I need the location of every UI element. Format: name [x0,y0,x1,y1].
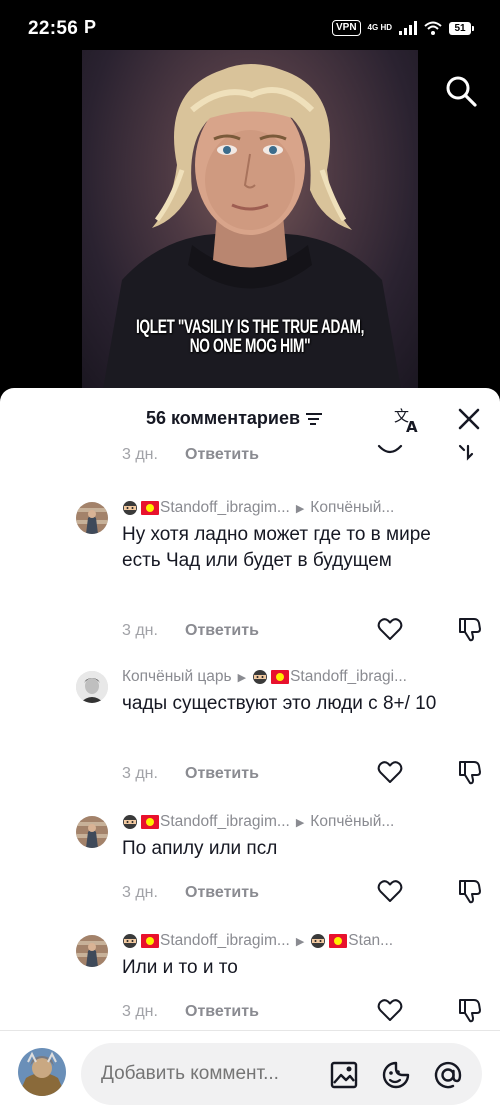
battery-level: 51 [449,21,471,35]
image-icon[interactable] [329,1060,359,1090]
battery-icon: 51 [449,21,474,35]
comment-meta: 3 дн. Ответить [122,765,259,783]
svg-text:A: A [406,418,418,435]
comment-date: 3 дн. [122,765,158,782]
commenter-avatar[interactable] [76,502,108,534]
ninja-emoji-icon [253,670,268,684]
reply-to-username[interactable]: Копчёный... [310,499,394,517]
mention-icon[interactable] [433,1060,463,1090]
video-player[interactable]: IQLET "VASILIY IS THE TRUE ADAM, NO ONE … [0,50,500,408]
reply-button[interactable]: Ответить [185,884,259,902]
thumbs-down-icon[interactable] [456,996,484,1024]
emoji-icon[interactable] [381,1060,411,1090]
comment-username[interactable]: Standoff_ibragim... [160,813,290,831]
thumbs-down-icon[interactable] [456,615,484,643]
translate-icon[interactable]: 文 A [392,405,422,435]
ninja-emoji-icon [123,501,137,515]
comment-date: 3 дн. [122,1003,158,1020]
comment-meta-partial: 3 дн. Ответить [122,446,259,464]
kyrgyzstan-flag-icon [141,815,159,829]
comments-count-title: 56 комментариев [146,408,301,428]
comment-input[interactable] [101,1063,316,1085]
notification-p-icon: P [84,17,97,37]
reply-arrow-icon: ▶ [295,935,305,948]
reply-button[interactable]: Ответить [185,622,259,640]
comment-header: Standoff_ibragim... ▶ Копчёный... [122,813,482,831]
comment-input-bar [0,1030,500,1115]
comment-meta: 3 дн. Ответить [122,1003,259,1021]
reply-button[interactable]: Ответить [185,1003,259,1021]
sheet-header: 56 комментариев 文 A [0,388,500,448]
status-time: 22:56 [28,18,79,39]
comment-date: 3 дн. [122,884,158,901]
kyrgyzstan-flag-icon [329,934,348,948]
heart-icon[interactable] [376,877,404,905]
sort-icon[interactable] [305,411,323,427]
comment-date: 3 дн. [122,446,158,463]
video-frame: IQLET "VASILIY IS THE TRUE ADAM, NO ONE … [82,50,418,395]
comment-header: Standoff_ibragim... ▶ Stan... [122,932,482,950]
reply-arrow-icon: ▶ [237,671,247,684]
kyrgyzstan-flag-icon [271,670,290,684]
comment-username[interactable]: Standoff_ibragim... [160,932,290,950]
reply-arrow-icon: ▶ [295,816,305,829]
reply-to-username[interactable]: Stan... [348,932,393,950]
heart-icon[interactable] [376,758,404,786]
signal-icon [399,21,417,35]
reply-to-username[interactable]: Standoff_ibragi... [290,668,407,686]
comment-meta: 3 дн. Ответить [122,622,259,640]
reply-button[interactable]: Ответить [185,446,259,464]
heart-icon[interactable] [376,440,404,468]
ninja-emoji-icon [123,934,137,948]
status-right-icons: VPN 4G HD 51 [331,20,474,36]
video-caption-line2: NO ONE MOG HIM" [189,336,311,357]
kyrgyzstan-flag-icon [141,501,159,515]
network-label: 4G HD [367,23,392,32]
search-icon[interactable] [444,74,478,108]
video-caption: IQLET "VASILIY IS THE TRUE ADAM, NO ONE … [129,318,371,356]
wifi-icon [424,21,442,35]
heart-icon[interactable] [376,615,404,643]
reply-button[interactable]: Ответить [185,765,259,783]
comment-username[interactable]: Копчёный царь [122,668,232,686]
comment-username[interactable]: Standoff_ibragim... [160,499,290,517]
reply-to-username[interactable]: Копчёный... [310,813,394,831]
sheet-title-group[interactable]: 56 комментариев [146,408,323,429]
comment-header: Копчёный царь ▶ Standoff_ibragi... [122,668,482,686]
comment-text: Ну хотя ладно может где то в мире есть Ч… [122,524,431,571]
video-caption-line1: IQLET "VASILIY IS THE TRUE ADAM, [135,317,365,338]
comment-date: 3 дн. [122,622,158,639]
thumbs-down-icon[interactable] [456,758,484,786]
ninja-emoji-icon [311,934,326,948]
comment-header: Standoff_ibragim... ▶ Копчёный... [122,499,482,517]
commenter-avatar[interactable] [76,935,108,967]
commenter-avatar[interactable] [76,671,108,703]
screen: 22:56 P VPN 4G HD 51 IQLET "VASILIY IS T… [0,0,500,1115]
comment-text: По апилу или псл [122,838,278,859]
reply-arrow-icon: ▶ [295,502,305,515]
my-avatar[interactable] [18,1048,66,1096]
comment-text: чады существуют это люди с 8+/ 10 [122,693,437,714]
thumbs-down-icon[interactable] [456,440,484,468]
ninja-emoji-icon [123,815,137,829]
comment-text: Или и то и то [122,957,238,978]
comment-input-field[interactable] [81,1043,482,1105]
close-icon[interactable] [456,406,482,432]
heart-icon[interactable] [376,996,404,1024]
vpn-icon: VPN [331,20,361,36]
thumbs-down-icon[interactable] [456,877,484,905]
comment-meta: 3 дн. Ответить [122,884,259,902]
commenter-avatar[interactable] [76,816,108,848]
kyrgyzstan-flag-icon [141,934,159,948]
